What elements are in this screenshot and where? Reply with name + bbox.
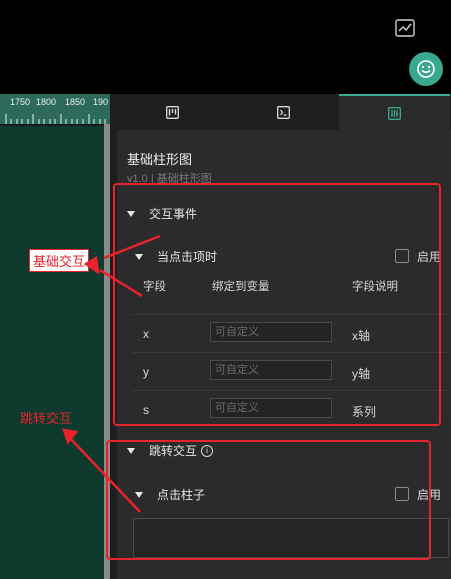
caret-down-icon xyxy=(127,210,135,217)
ruler-label: 1850 xyxy=(65,97,86,107)
assistant-button[interactable] xyxy=(409,52,443,86)
component-version: v1.0 | 基础柱形图 xyxy=(127,173,212,185)
ruler-label: 1800 xyxy=(36,97,57,107)
ruler-ticks xyxy=(5,114,106,124)
property-panel: 基础柱形图 v1.0 | 基础柱形图 交互事件 当点击项时 启用 字段 绑定到变… xyxy=(117,94,451,579)
jump-interaction-header[interactable]: 跳转交互 i xyxy=(127,442,214,459)
info-icon[interactable]: i xyxy=(201,444,214,457)
field-name: s xyxy=(143,403,149,417)
field-description: 系列 xyxy=(352,405,377,419)
design-canvas[interactable]: 1750 1800 1850 190 xyxy=(0,94,117,579)
field-name: x xyxy=(143,327,149,341)
top-bar xyxy=(0,0,451,94)
panel-tabs xyxy=(117,94,451,130)
ruler-label: 1750 xyxy=(10,97,31,107)
interaction-events-header[interactable]: 交互事件 xyxy=(127,205,197,222)
variable-input[interactable] xyxy=(210,398,332,418)
table-row: x x轴 xyxy=(132,314,448,352)
jump-config-textarea[interactable] xyxy=(133,518,449,558)
variable-input[interactable] xyxy=(210,360,332,380)
tab-interaction[interactable] xyxy=(339,94,450,130)
horizontal-ruler: 1750 1800 1850 190 xyxy=(0,94,110,124)
smiley-icon xyxy=(417,60,435,78)
on-click-item-header[interactable]: 当点击项时 xyxy=(135,248,217,265)
component-title: 基础柱形图 xyxy=(127,152,193,167)
on-click-item-label: 当点击项时 xyxy=(157,250,218,264)
interaction-events-label: 交互事件 xyxy=(149,207,198,221)
variable-input[interactable] xyxy=(210,322,332,342)
tab-layers[interactable] xyxy=(117,94,228,130)
table-row: y y轴 xyxy=(132,352,448,390)
click-bar-enable-checkbox[interactable] xyxy=(395,487,409,501)
chart-line-icon[interactable] xyxy=(395,19,415,37)
table-row: s 系列 xyxy=(132,390,448,428)
on-click-enable-label: 启用 xyxy=(417,250,442,264)
annotation-label-basic: 基础交互 xyxy=(29,249,90,272)
sliders-icon xyxy=(388,106,401,120)
field-description: x轴 xyxy=(352,329,371,343)
caret-down-icon xyxy=(135,253,143,260)
caret-down-icon xyxy=(135,491,143,498)
field-description: y轴 xyxy=(352,367,371,381)
field-name: y xyxy=(143,365,149,379)
caret-down-icon xyxy=(127,447,135,454)
tab-code[interactable] xyxy=(228,94,339,130)
on-click-enable-checkbox[interactable] xyxy=(395,249,409,263)
column-header: 字段 xyxy=(143,281,166,293)
jump-interaction-label: 跳转交互 xyxy=(149,444,198,458)
click-bar-header[interactable]: 点击柱子 xyxy=(135,486,205,503)
click-bar-enable-label: 启用 xyxy=(417,488,442,502)
terminal-icon xyxy=(277,105,290,119)
click-bar-label: 点击柱子 xyxy=(157,488,206,502)
column-header: 绑定到变量 xyxy=(212,281,270,293)
annotation-label-jump: 跳转交互 xyxy=(20,411,73,426)
column-header: 字段说明 xyxy=(352,281,398,293)
kanban-icon xyxy=(166,105,179,119)
ruler-label: 190 xyxy=(93,97,109,107)
